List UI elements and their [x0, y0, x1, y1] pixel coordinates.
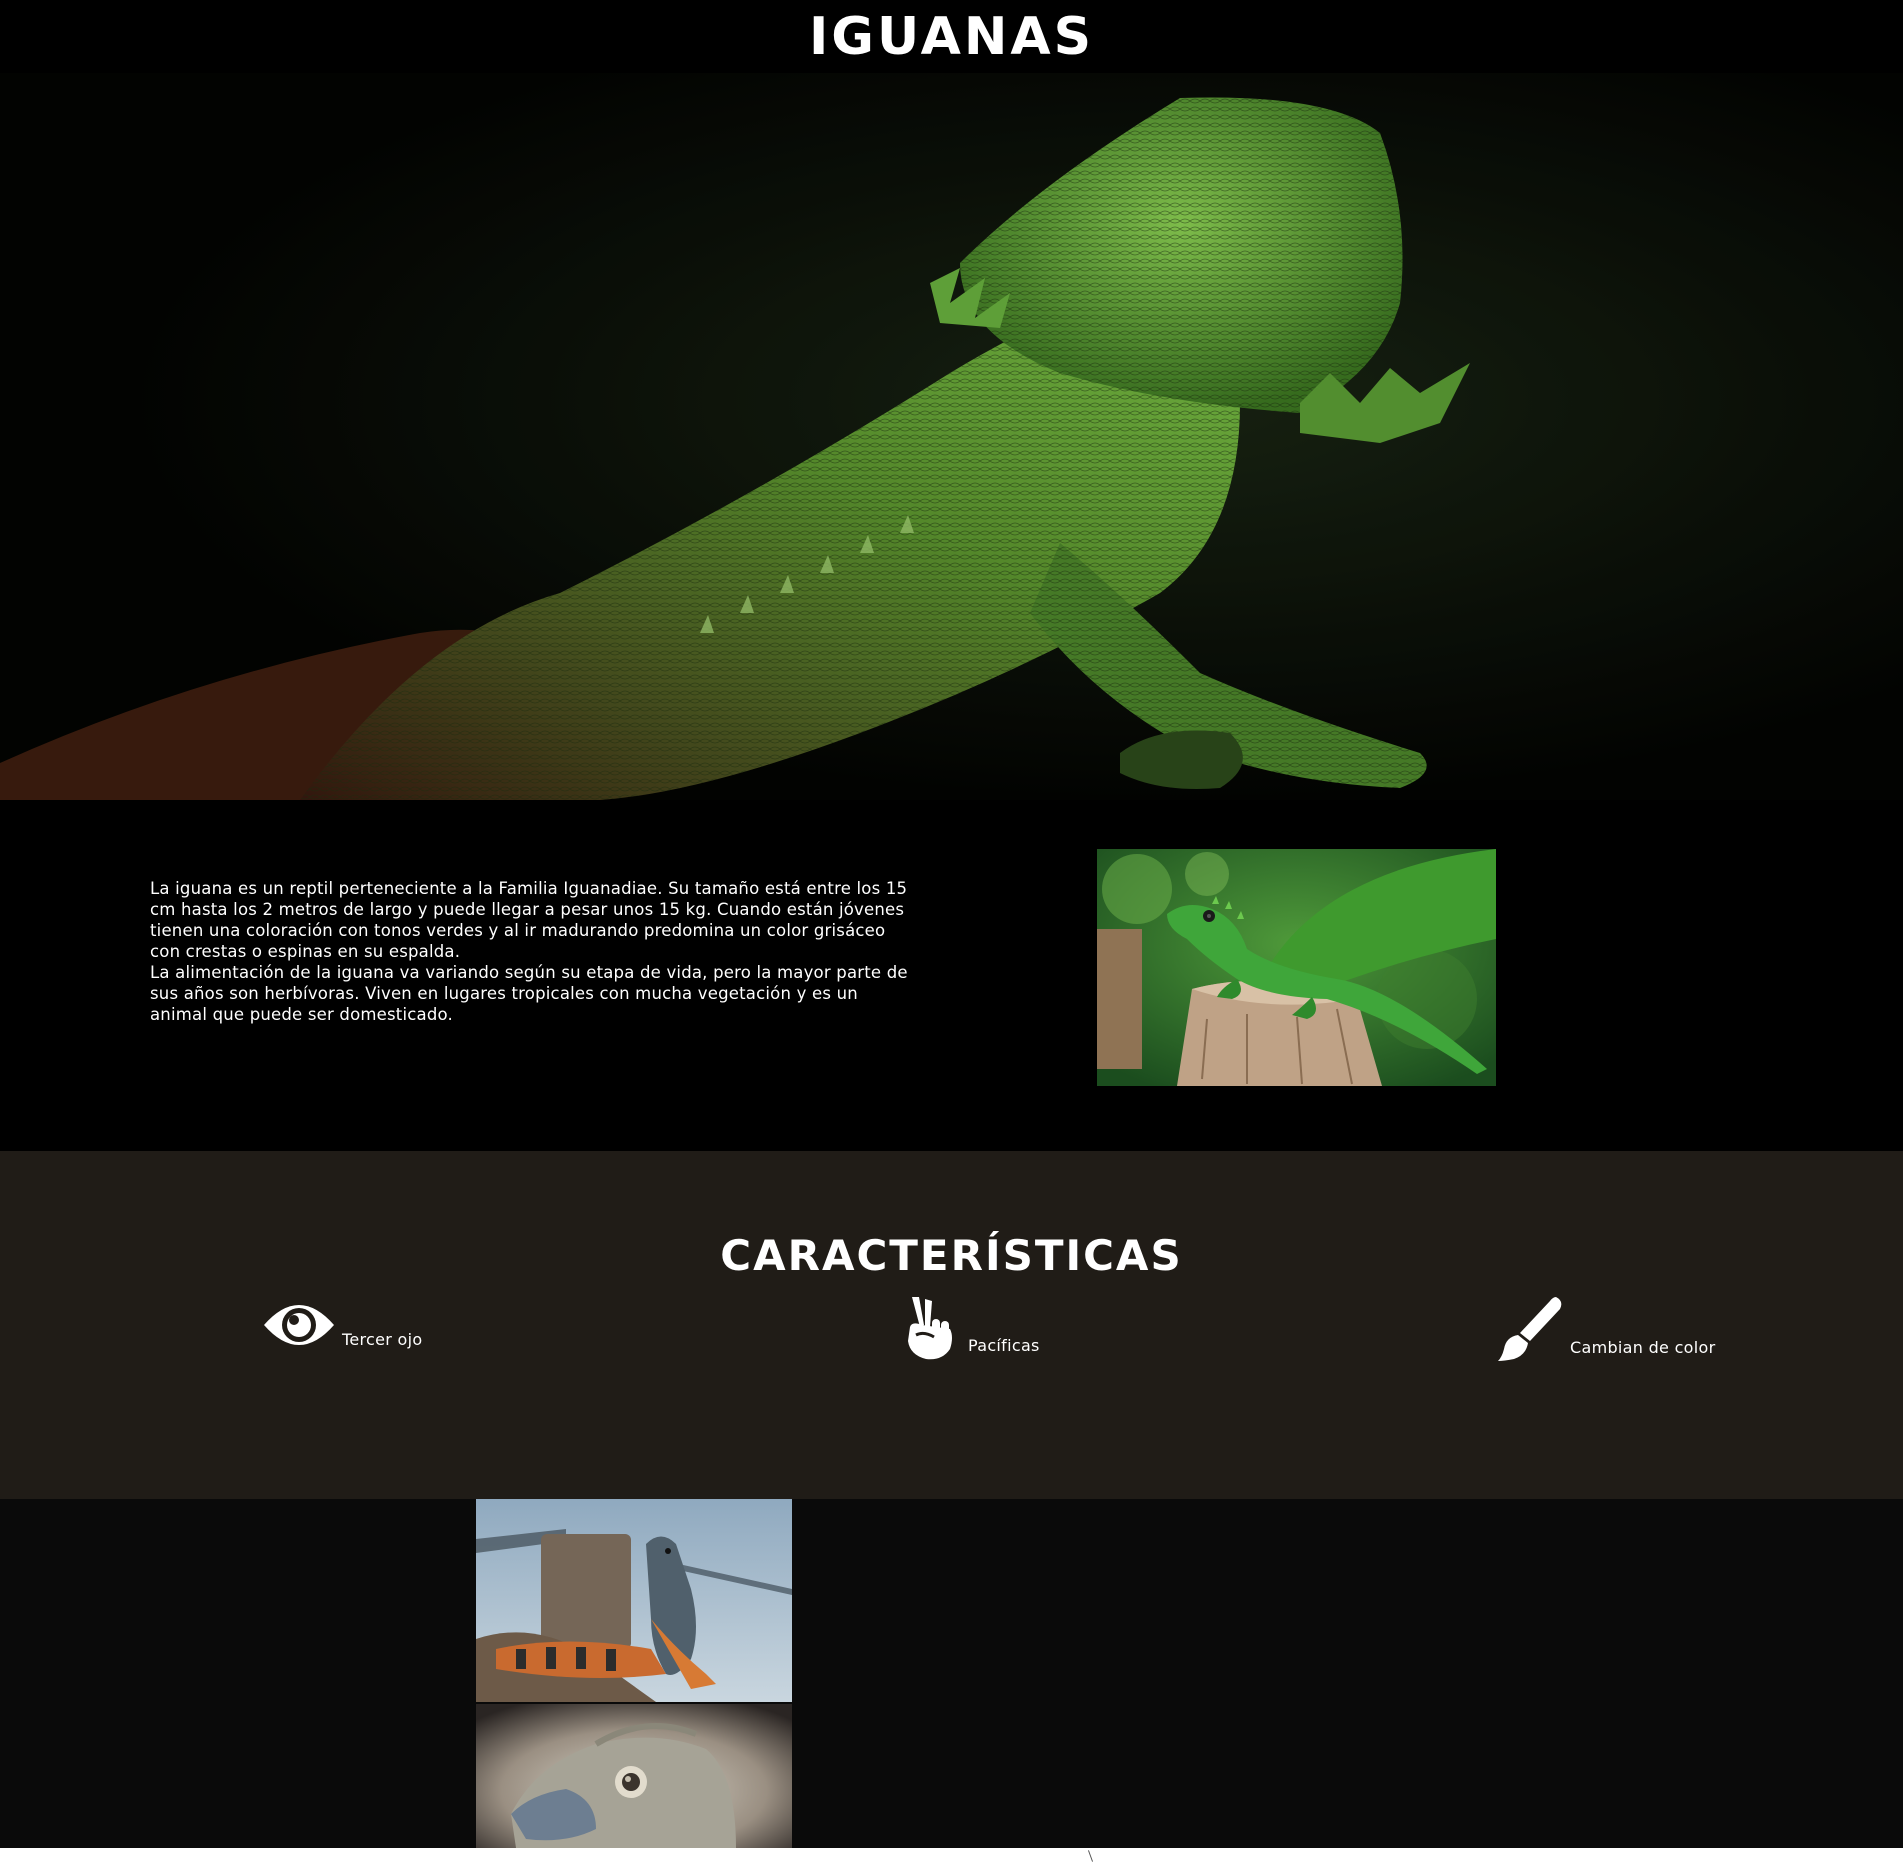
paint-brush-icon [1498, 1297, 1562, 1361]
feature-peaceful: Pacíficas [902, 1295, 1040, 1361]
feature-label: Tercer ojo [342, 1330, 423, 1349]
feature-label: Pacíficas [968, 1336, 1040, 1355]
iguana-by-water-photo [476, 1499, 792, 1702]
eye-icon [264, 1305, 334, 1345]
page-title: IGUANAS [808, 6, 1095, 67]
page-footer-strip [0, 1848, 1903, 1867]
feature-color-change: Cambian de color [1496, 1295, 1715, 1363]
intro-paragraph: La alimentación de la iguana va variando… [150, 963, 908, 1024]
divider [1087, 1850, 1094, 1862]
intro-section: La iguana es un reptil perteneciente a l… [0, 800, 1903, 1151]
gallery-section [0, 1499, 1903, 1848]
feature-label: Cambian de color [1570, 1338, 1716, 1357]
intro-paragraph: La iguana es un reptil perteneciente a l… [150, 879, 908, 961]
site-header: IGUANAS [0, 0, 1903, 73]
peace-hand-icon [908, 1297, 952, 1360]
features-section: CARACTERÍSTICAS Tercer ojo Pacíficas Cam… [0, 1151, 1903, 1499]
intro-text: La iguana es un reptil perteneciente a l… [150, 878, 910, 1025]
feature-third-eye: Tercer ojo [262, 1295, 422, 1355]
iguana-head-portrait-photo [476, 1704, 792, 1848]
features-title: CARACTERÍSTICAS [720, 1231, 1183, 1280]
iguana-on-stump-photo [1097, 849, 1496, 1086]
hero-image [0, 73, 1903, 800]
